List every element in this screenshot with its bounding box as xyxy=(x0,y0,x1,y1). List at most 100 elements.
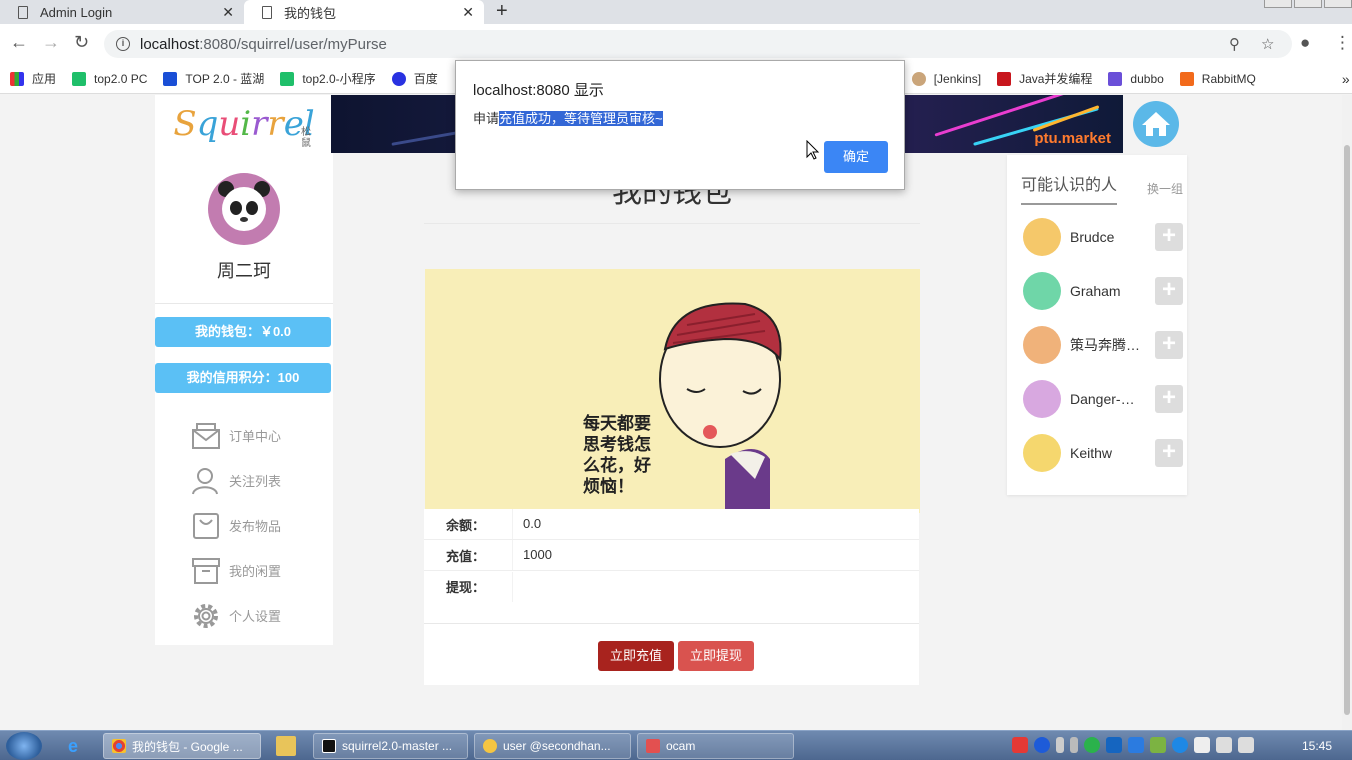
site-logo[interactable]: Sq u i r r el 松鼠 xyxy=(155,95,333,153)
box-icon xyxy=(191,511,221,541)
new-tab-icon[interactable]: + xyxy=(496,0,508,24)
avatar[interactable] xyxy=(1023,218,1061,256)
baidu-icon xyxy=(391,71,406,86)
rabbitmq-icon xyxy=(1179,71,1194,86)
credit-button[interactable]: 我的信用积分：100 xyxy=(155,363,331,393)
forward-icon[interactable]: → xyxy=(42,32,60,53)
address-bar[interactable]: i localhost:8080/squirrel/user/myPurse xyxy=(104,30,1292,58)
task-database[interactable]: user @secondhan... xyxy=(474,733,631,759)
bookmark-top2-miniapp[interactable]: top2.0-小程序 xyxy=(280,70,376,87)
bookmark-baidu[interactable]: 百度 xyxy=(391,70,438,87)
task-chrome[interactable]: 我的钱包 - Google ... xyxy=(103,733,261,759)
add-friend-button[interactable]: + xyxy=(1155,277,1183,305)
sidebar-item-settings[interactable]: 个人设置 xyxy=(191,593,281,638)
refresh-link[interactable]: 换一组 xyxy=(1147,180,1183,197)
url-path: :8080/squirrel/user/myPurse xyxy=(199,35,387,53)
add-friend-button[interactable]: + xyxy=(1155,331,1183,359)
add-friend-button[interactable]: + xyxy=(1155,223,1183,251)
zoom-icon[interactable]: ⚲ xyxy=(1229,35,1240,53)
illustration-caption: 每天都要 思考钱怎 么花，好 烦恼！ xyxy=(583,414,651,497)
withdraw-label: 提现： xyxy=(446,580,486,595)
more-bookmarks-icon[interactable]: » xyxy=(1342,71,1350,87)
volume-icon[interactable] xyxy=(1238,737,1254,753)
back-icon[interactable]: ← xyxy=(10,32,28,53)
tab-strip: Admin Login ✕ 我的钱包 ✕ + xyxy=(0,0,1352,24)
avatar[interactable] xyxy=(1023,380,1061,418)
page-icon xyxy=(18,5,28,19)
start-button[interactable] xyxy=(6,732,42,760)
avatar[interactable] xyxy=(208,173,280,245)
tab-admin-login[interactable]: Admin Login ✕ xyxy=(0,0,244,24)
profile-icon[interactable]: ● xyxy=(1300,33,1310,53)
person-item: Keithw + xyxy=(1023,433,1183,473)
task-intellij[interactable]: squirrel2.0-master ... xyxy=(313,733,468,759)
scrollbar-thumb[interactable] xyxy=(1344,145,1350,715)
wallet-button[interactable]: 我的钱包：￥0.0 xyxy=(155,317,331,347)
bookmark-icon xyxy=(280,71,295,86)
bookmark-lanhu[interactable]: TOP 2.0 - 蓝湖 xyxy=(163,70,264,87)
clock[interactable]: 15:45 xyxy=(1302,739,1332,753)
avatar[interactable] xyxy=(1023,272,1061,310)
charge-input[interactable]: 1000 xyxy=(512,540,919,570)
page-scrollbar[interactable] xyxy=(1342,95,1352,730)
csdn-icon xyxy=(997,71,1012,86)
sidebar-item-idle[interactable]: 我的闲置 xyxy=(191,548,281,593)
purse-form: 余额： 0.0 充值： 1000 提现： 立即充值 立即提现 xyxy=(424,509,919,685)
bookmark-java-concurrency[interactable]: Java并发编程 xyxy=(997,70,1092,87)
balance-label: 余额： xyxy=(446,517,486,533)
users-icon xyxy=(191,466,221,496)
info-icon[interactable]: i xyxy=(116,37,130,51)
wechat-icon[interactable] xyxy=(1084,737,1100,753)
network-icon[interactable] xyxy=(1216,737,1232,753)
close-window-button[interactable] xyxy=(1324,0,1352,8)
maximize-button[interactable] xyxy=(1294,0,1322,8)
bookmark-apps[interactable]: 应用 xyxy=(10,70,56,87)
dialog-title: localhost:8080 显示 xyxy=(473,82,604,99)
close-tab-icon[interactable]: ✕ xyxy=(222,4,234,21)
sidebar-item-publish[interactable]: 发布物品 xyxy=(191,503,281,548)
purse-panel: 我的钱包 每天都要 思考钱怎 么花，好 烦恼！ 余额： 0.0 充值： 1000… xyxy=(424,155,920,685)
minimize-button[interactable] xyxy=(1264,0,1292,8)
sogou-icon[interactable] xyxy=(1012,737,1028,753)
help-icon[interactable] xyxy=(1034,737,1050,753)
tray-icon[interactable] xyxy=(1172,737,1188,753)
star-icon[interactable]: ☆ xyxy=(1261,35,1274,53)
person-name[interactable]: Keithw xyxy=(1070,445,1155,461)
tray-icon[interactable] xyxy=(1056,737,1064,753)
tab-my-purse[interactable]: 我的钱包 ✕ xyxy=(244,0,484,24)
bookmark-rabbitmq[interactable]: RabbitMQ xyxy=(1179,71,1256,86)
ie-icon[interactable]: e xyxy=(68,736,88,756)
add-friend-button[interactable]: + xyxy=(1155,439,1183,467)
person-item: Danger-… + xyxy=(1023,379,1183,419)
person-name[interactable]: Brudce xyxy=(1070,229,1155,245)
sidebar-item-orders[interactable]: 订单中心 xyxy=(191,413,281,458)
avatar[interactable] xyxy=(1023,326,1061,364)
tray-icon[interactable] xyxy=(1150,737,1166,753)
bluetooth-icon[interactable] xyxy=(1106,737,1122,753)
charge-button[interactable]: 立即充值 xyxy=(598,641,675,671)
close-tab-icon[interactable]: ✕ xyxy=(462,4,474,21)
security-icon[interactable] xyxy=(1128,737,1144,753)
add-friend-button[interactable]: + xyxy=(1155,385,1183,413)
menu-icon[interactable]: ⋮ xyxy=(1334,33,1351,53)
person-name[interactable]: Danger-… xyxy=(1070,391,1155,407)
bookmark-jenkins[interactable]: [Jenkins] xyxy=(911,71,981,86)
withdraw-input[interactable] xyxy=(512,571,919,602)
user-name: 周二珂 xyxy=(217,261,271,281)
home-button[interactable] xyxy=(1133,101,1179,147)
show-hidden-icon[interactable] xyxy=(1070,737,1078,753)
person-name[interactable]: Graham xyxy=(1070,283,1155,299)
jenkins-icon xyxy=(911,71,926,86)
bookmark-top2-pc[interactable]: top2.0 PC xyxy=(72,71,147,86)
dialog-message: 申请充值成功，等待管理员审核~ xyxy=(473,111,663,126)
reload-icon[interactable]: ↻ xyxy=(74,32,89,53)
bookmark-dubbo[interactable]: dubbo xyxy=(1108,71,1164,86)
clipboard-icon[interactable] xyxy=(1194,737,1210,753)
person-name[interactable]: 策马奔腾… xyxy=(1070,335,1155,355)
sidebar-item-following[interactable]: 关注列表 xyxy=(191,458,281,503)
withdraw-button[interactable]: 立即提现 xyxy=(678,641,755,671)
task-ocam[interactable]: ocam xyxy=(637,733,794,759)
ok-button[interactable]: 确定 xyxy=(824,141,888,173)
folder-icon[interactable] xyxy=(276,736,296,756)
avatar[interactable] xyxy=(1023,434,1061,472)
